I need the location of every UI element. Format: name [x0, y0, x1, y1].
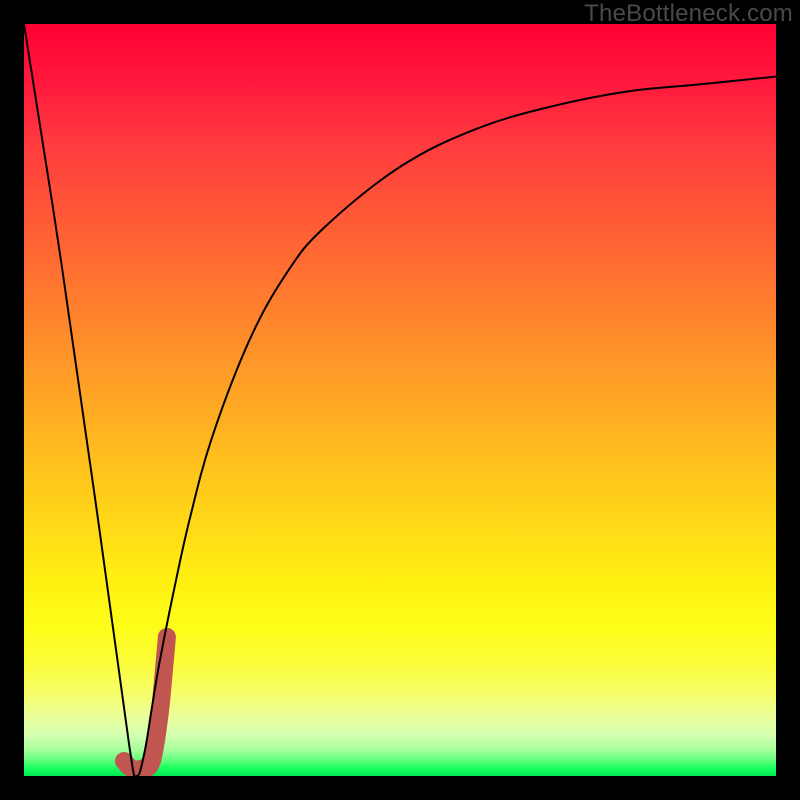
bottleneck-curve [24, 24, 776, 776]
plot-area [24, 24, 776, 776]
chart-svg [24, 24, 776, 776]
chart-frame: TheBottleneck.com [0, 0, 800, 800]
watermark-text: TheBottleneck.com [584, 0, 793, 28]
